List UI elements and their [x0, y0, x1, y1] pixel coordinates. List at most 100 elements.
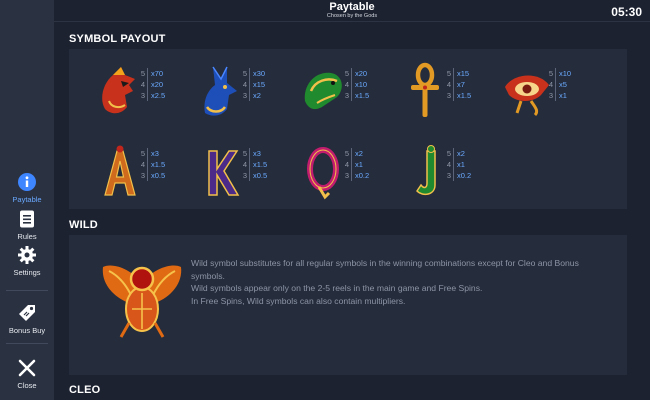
gear-icon — [18, 246, 36, 264]
section-title-symbol-payout: SYMBOL PAYOUT — [69, 33, 166, 45]
sidebar-item-label: Bonus Buy — [8, 326, 46, 335]
payout-multiplier: x1.5 — [253, 160, 268, 169]
scarab-wild-icon — [102, 265, 182, 338]
sidebar-item-label: Paytable — [12, 195, 42, 204]
wild-panel: Wild symbol substitutes for all regular … — [69, 235, 627, 375]
symbol-card-letter-k: 5 x3 4 x1.5 3 x0.5 — [193, 141, 293, 201]
page-subtitle: Chosen by the Gods — [326, 13, 378, 19]
payout-multiplier: x1 — [457, 160, 465, 169]
wild-line: Wild symbol substitutes for all regular … — [191, 258, 579, 281]
payout-multiplier: x1.5 — [355, 91, 370, 100]
payout-count: 4 — [242, 80, 247, 89]
payout-multiplier: x70 — [151, 69, 164, 78]
payout-count: 3 — [548, 91, 553, 100]
paytable-content[interactable]: SYMBOL PAYOUT 5 x70 4 x20 3 x2.5 5 x30 4… — [54, 22, 650, 400]
payout-multiplier: x3 — [151, 149, 159, 158]
payout-list: 5 x15 4 x7 3 x1.5 — [447, 68, 472, 101]
payout-count: 3 — [446, 171, 451, 180]
payout-list: 5 x3 4 x1.5 3 x0.5 — [243, 148, 268, 181]
section-title-cleo: CLEO — [69, 384, 101, 396]
payout-multiplier: x1 — [355, 160, 363, 169]
symbol-card-letter-a: 5 x3 4 x1.5 3 x0.5 — [91, 141, 191, 201]
sidebar-item-label: Close — [17, 381, 37, 390]
payout-multiplier: x1.5 — [151, 160, 166, 169]
payout-count: 4 — [548, 80, 553, 89]
payout-multiplier: x20 — [355, 69, 368, 78]
payout-list: 5 x10 4 x5 3 x1 — [549, 68, 572, 101]
payout-count: 4 — [344, 80, 349, 89]
document-icon — [20, 210, 34, 228]
sidebar: Paytable Rules Settings Bonus Buy Close — [0, 0, 54, 400]
payout-count: 4 — [140, 160, 145, 169]
payout-multiplier: x2 — [355, 149, 363, 158]
payout-multiplier: x10 — [355, 80, 368, 89]
payout-count: 5 — [344, 69, 349, 78]
sidebar-item-paytable[interactable]: Paytable — [0, 172, 54, 204]
sidebar-item-label: Rules — [17, 232, 37, 241]
payout-count: 3 — [140, 171, 145, 180]
header: Paytable Chosen by the Gods 05:30 — [54, 0, 650, 22]
payout-list: 5 x3 4 x1.5 3 x0.5 — [141, 148, 166, 181]
payout-multiplier: x1.5 — [457, 91, 472, 100]
payout-count: 5 — [446, 149, 451, 158]
payout-list: 5 x70 4 x20 3 x2.5 — [141, 68, 166, 101]
payout-count: 5 — [140, 69, 145, 78]
symbol-card-horus: 5 x70 4 x20 3 x2.5 — [91, 61, 191, 121]
symbol-card-anubis: 5 x30 4 x15 3 x2 — [193, 61, 293, 121]
info-icon — [18, 173, 36, 191]
payout-multiplier: x15 — [457, 69, 470, 78]
sidebar-divider — [6, 290, 48, 291]
wild-description: Wild symbol substitutes for all regular … — [191, 257, 611, 307]
sidebar-item-bonus-buy[interactable]: Bonus Buy — [0, 303, 54, 335]
sidebar-item-label: Settings — [13, 268, 41, 277]
payout-multiplier: x2 — [457, 149, 465, 158]
payout-multiplier: x0.2 — [355, 171, 370, 180]
payout-multiplier: x2 — [253, 91, 261, 100]
tag-icon — [19, 305, 35, 321]
payout-count: 3 — [344, 171, 349, 180]
payout-multiplier: x2.5 — [151, 91, 166, 100]
payout-multiplier: x5 — [559, 80, 567, 89]
payout-count: 3 — [242, 91, 247, 100]
sidebar-item-rules[interactable]: Rules — [0, 209, 54, 241]
payout-count: 4 — [344, 160, 349, 169]
payout-list: 5 x2 4 x1 3 x0.2 — [447, 148, 472, 181]
payout-count: 5 — [344, 149, 349, 158]
symbol-card-letter-j: 5 x2 4 x1 3 x0.2 — [397, 141, 497, 201]
payout-list: 5 x2 4 x1 3 x0.2 — [345, 148, 370, 181]
payout-count: 5 — [242, 69, 247, 78]
payout-multiplier: x1 — [559, 91, 567, 100]
payout-list: 5 x20 4 x10 3 x1.5 — [345, 68, 370, 101]
payout-multiplier: x0.2 — [457, 171, 472, 180]
section-title-wild: WILD — [69, 219, 98, 231]
payout-multiplier: x10 — [559, 69, 572, 78]
payout-multiplier: x15 — [253, 80, 266, 89]
wild-line: Wild symbols appear only on the 2-5 reel… — [191, 283, 483, 293]
payout-multiplier: x30 — [253, 69, 266, 78]
sidebar-item-settings[interactable]: Settings — [0, 245, 54, 277]
payout-count: 4 — [242, 160, 247, 169]
payout-count: 3 — [242, 171, 247, 180]
payout-count: 3 — [344, 91, 349, 100]
symbol-payout-panel: 5 x70 4 x20 3 x2.5 5 x30 4 x15 3 x2 5 x2… — [69, 49, 627, 209]
payout-count: 3 — [446, 91, 451, 100]
payout-multiplier: x20 — [151, 80, 164, 89]
sidebar-item-close[interactable]: Close — [0, 358, 54, 390]
payout-count: 5 — [140, 149, 145, 158]
payout-count: 5 — [242, 149, 247, 158]
wild-line: In Free Spins, Wild symbols can also con… — [191, 295, 406, 306]
sidebar-divider — [6, 343, 48, 344]
payout-count: 4 — [446, 160, 451, 169]
symbol-card-eye-of-ra: 5 x10 4 x5 3 x1 — [499, 61, 599, 121]
payout-count: 4 — [446, 80, 451, 89]
symbol-card-ankh: 5 x15 4 x7 3 x1.5 — [397, 61, 497, 121]
payout-multiplier: x0.5 — [151, 171, 166, 180]
payout-multiplier: x3 — [253, 149, 261, 158]
symbol-card-cobra: 5 x20 4 x10 3 x1.5 — [295, 61, 395, 121]
clock: 05:30 — [611, 5, 642, 19]
payout-list: 5 x30 4 x15 3 x2 — [243, 68, 266, 101]
symbol-card-letter-q: 5 x2 4 x1 3 x0.2 — [295, 141, 395, 201]
payout-count: 3 — [140, 91, 145, 100]
page-title: Paytable — [329, 1, 375, 13]
close-icon — [18, 359, 36, 377]
